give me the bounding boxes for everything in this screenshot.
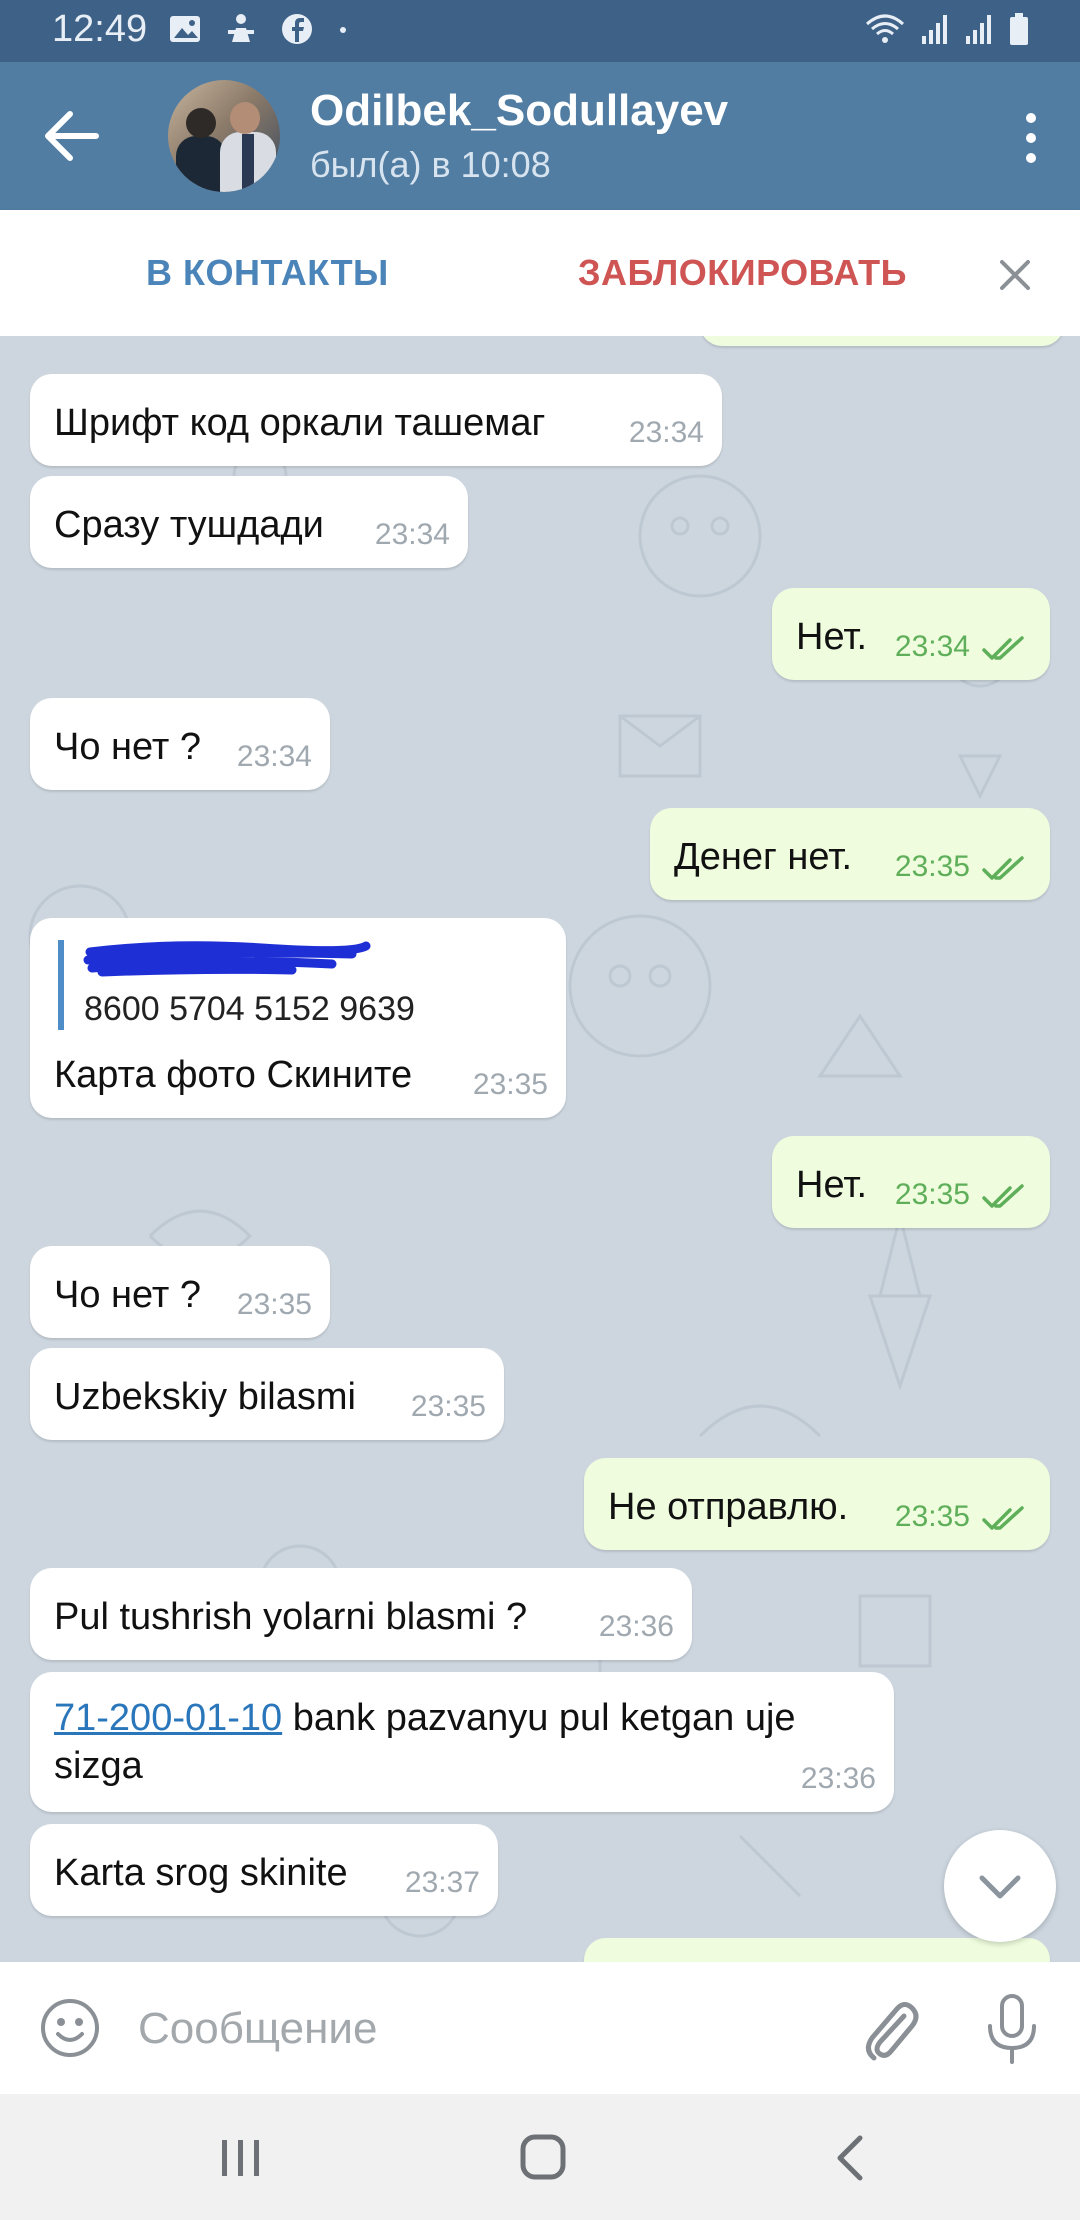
close-icon[interactable] (996, 256, 1034, 294)
attach-icon[interactable] (858, 1994, 922, 2064)
message-time: 23:36 (598, 1610, 674, 1643)
signal-icon (966, 15, 991, 44)
message-bubble-incoming[interactable]: Чо нет ? 23:35 (30, 1246, 330, 1338)
message-time: 23:35 (894, 1500, 970, 1533)
phone-link[interactable]: 71-200-01-10 (54, 1697, 282, 1739)
chevron-down-icon (979, 1875, 1021, 1899)
contact-action-bar: В КОНТАКТЫ ЗАБЛОКИРОВАТЬ (0, 210, 1080, 336)
message-bubble-outgoing[interactable]: Не отправлю. 23:35 (584, 1458, 1050, 1550)
recent-apps-icon[interactable] (216, 2136, 266, 2180)
message-bubble-outgoing[interactable]: Нет. 23:35 (772, 1136, 1050, 1228)
more-menu-icon[interactable] (1016, 110, 1046, 166)
message-bubble-incoming[interactable]: Шрифт код оркали ташемаг 23:34 (30, 374, 722, 466)
message-text: Не отправлю. (608, 1486, 849, 1528)
gallery-icon (170, 16, 200, 42)
back-arrow-icon[interactable] (40, 106, 106, 166)
status-bar: 12:49 (0, 0, 1080, 62)
message-text: Чо нет ? (54, 726, 201, 768)
message-time: 23:34 (374, 518, 450, 551)
message-input[interactable] (136, 1998, 840, 2060)
message-time: 23:34 (236, 740, 312, 773)
message-text: 71-200-01-10 bank pazvanyu pul ketgan uj… (54, 1697, 796, 1787)
block-user-button[interactable]: ЗАБЛОКИРОВАТЬ (578, 252, 907, 294)
message-text: Karta srog skinite (54, 1852, 348, 1894)
read-receipt-icon (982, 856, 1024, 880)
wifi-icon (866, 14, 904, 43)
message-bubble-incoming[interactable]: 71-200-01-10 bank pazvanyu pul ketgan uj… (30, 1672, 894, 1812)
message-text: Uzbekskiy bilasmi (54, 1376, 356, 1418)
message-time: 23:35 (410, 1390, 486, 1423)
message-bubble-outgoing[interactable]: Денег нет. 23:35 (650, 808, 1050, 900)
redaction-scribble (83, 941, 371, 977)
notification-icon (228, 14, 254, 42)
message-text: Сразу тушдади (54, 504, 324, 546)
message-bubble-outgoing[interactable]: Нет. 23:34 (772, 588, 1050, 680)
message-text: Карта фото Скините (54, 1054, 413, 1096)
contact-name[interactable]: Odilbek_Sodullayev (310, 86, 728, 136)
last-seen-status: был(а) в 10:08 (310, 144, 551, 185)
reply-quote-text: 8600 5704 5152 9639 (84, 990, 415, 1028)
message-time: 23:34 (628, 416, 704, 449)
battery-icon (1010, 13, 1028, 45)
read-receipt-icon (982, 1506, 1024, 1530)
chat-header: Odilbek_Sodullayev был(а) в 10:08 (0, 62, 1080, 210)
reply-quote-bar (58, 940, 64, 1030)
message-text: Шрифт код оркали ташемаг (54, 402, 546, 444)
avatar[interactable] (168, 80, 280, 192)
message-time: 23:35 (236, 1288, 312, 1321)
message-time: 23:37 (404, 1866, 480, 1899)
status-time: 12:49 (52, 8, 148, 50)
home-icon[interactable] (518, 2132, 568, 2182)
system-navigation-bar (0, 2094, 1080, 2220)
message-time: 23:35 (894, 850, 970, 883)
message-time: 23:35 (894, 1178, 970, 1211)
message-bubble-incoming[interactable]: Karta srog skinite 23:37 (30, 1824, 498, 1916)
message-bubble-incoming[interactable]: Pul tushrish yolarni blasmi ? 23:36 (30, 1568, 692, 1660)
facebook-icon (282, 14, 312, 44)
message-text: Нет. (796, 616, 868, 658)
message-text: Денег нет. (674, 836, 853, 878)
add-contact-button[interactable]: В КОНТАКТЫ (146, 252, 389, 294)
message-time: 23:34 (894, 630, 970, 663)
emoji-icon[interactable] (38, 1996, 102, 2060)
signal-icon (922, 15, 947, 44)
status-left-icons (168, 12, 350, 46)
message-time: 23:36 (800, 1762, 876, 1795)
microphone-icon[interactable] (982, 1992, 1042, 2066)
message-text: Нет. (796, 1164, 868, 1206)
read-receipt-icon (982, 1184, 1024, 1208)
message-bubble-outgoing[interactable] (700, 336, 1064, 346)
dot-icon (340, 27, 346, 33)
read-receipt-icon (982, 636, 1024, 660)
message-text: Pul tushrish yolarni blasmi ? (54, 1596, 528, 1638)
message-input-bar (0, 1962, 1080, 2094)
message-bubble-incoming[interactable]: Uzbekskiy bilasmi 23:35 (30, 1348, 504, 1440)
message-text: Чо нет ? (54, 1274, 201, 1316)
message-bubble-incoming[interactable]: 8600 5704 5152 9639 Карта фото Скините 23:… (30, 918, 566, 1118)
status-right-icons (864, 12, 1030, 46)
message-bubble-incoming[interactable]: Сразу тушдади 23:34 (30, 476, 468, 568)
message-time: 23:35 (472, 1068, 548, 1101)
scroll-down-button[interactable] (944, 1830, 1056, 1942)
nav-back-icon[interactable] (832, 2134, 866, 2182)
message-bubble-incoming[interactable]: Чо нет ? 23:34 (30, 698, 330, 790)
message-list[interactable]: Шрифт код оркали ташемаг 23:34 Сразу тушда… (0, 336, 1080, 1962)
